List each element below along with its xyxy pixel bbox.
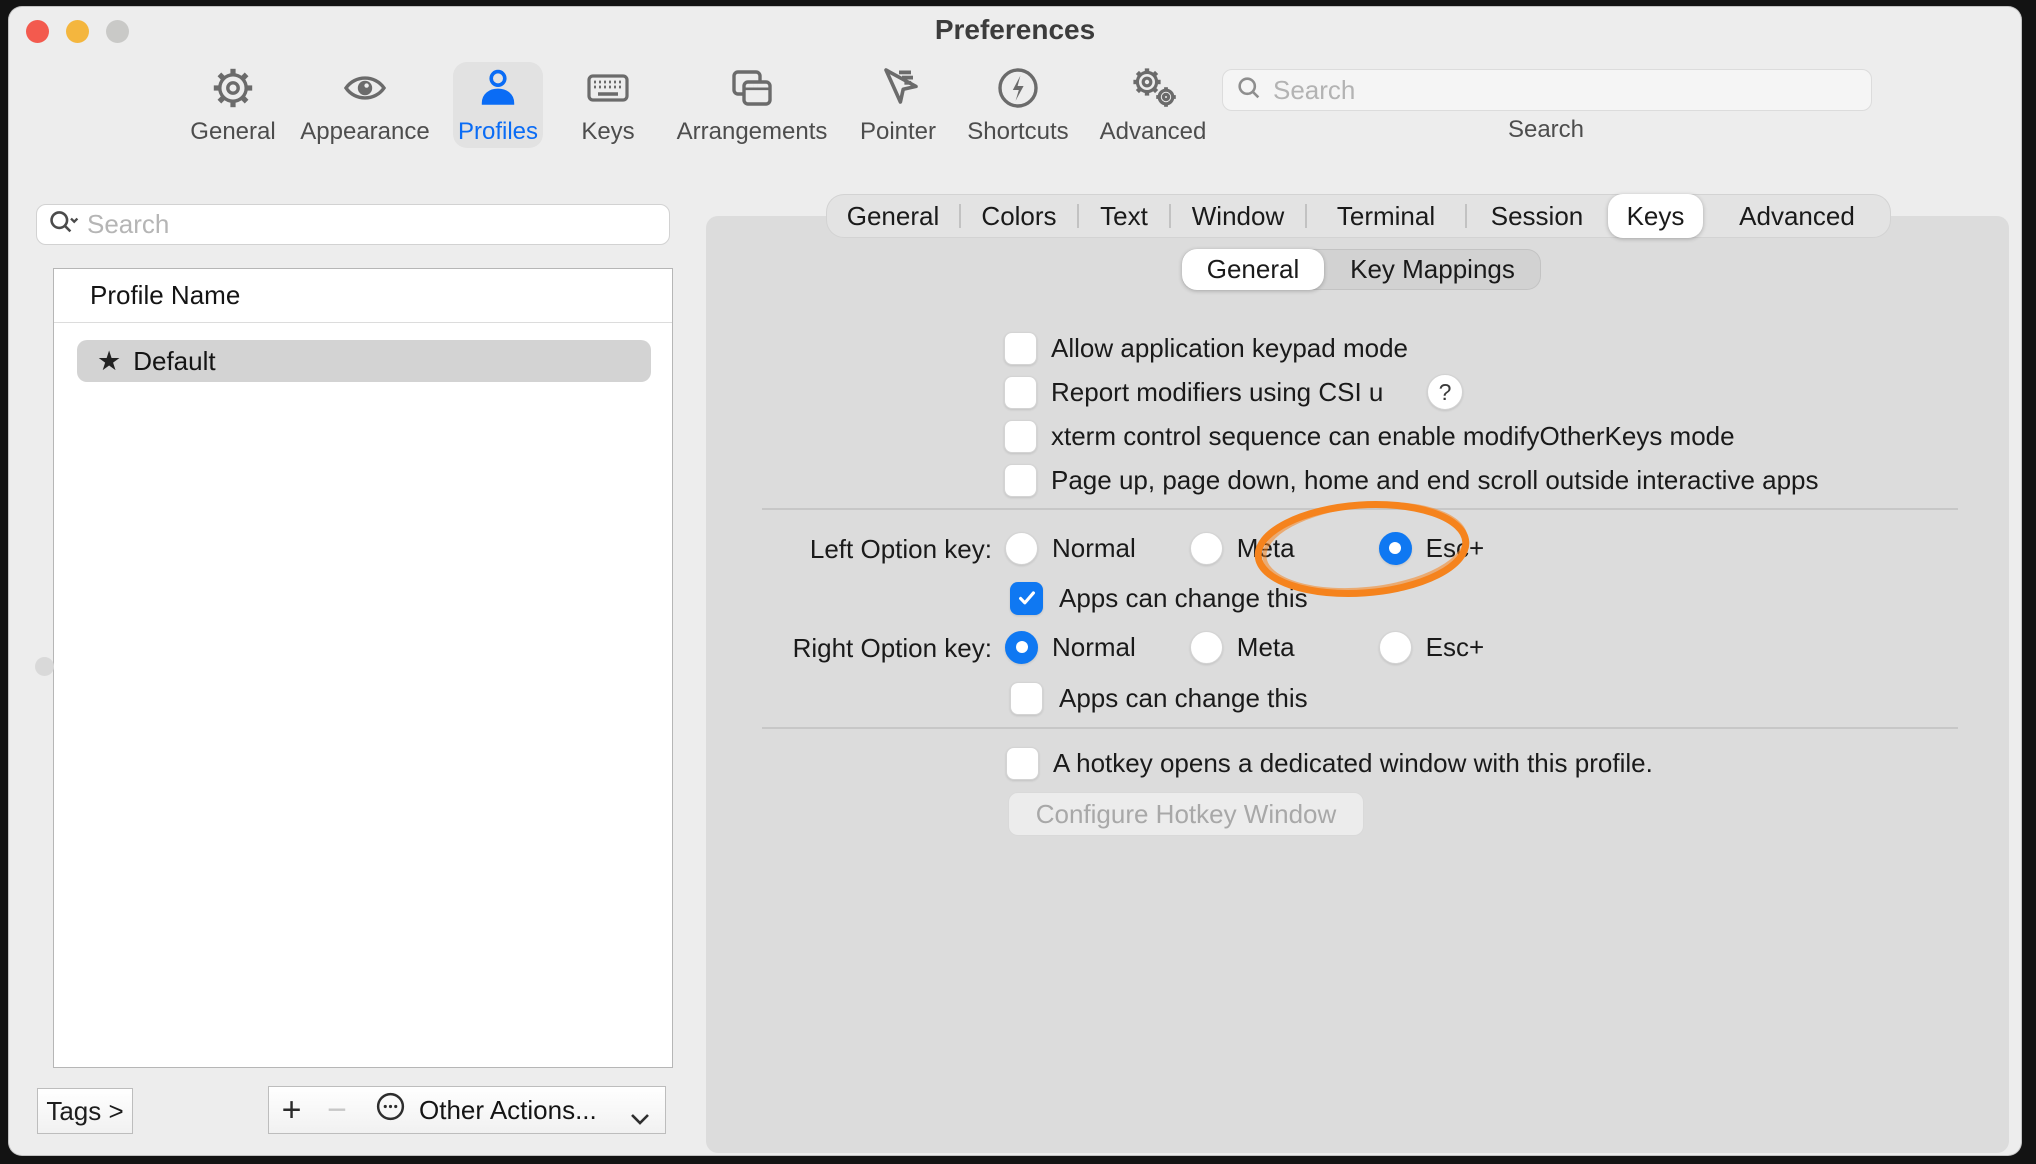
screenshot-stage: Preferences General Appearance Pro <box>0 0 2036 1164</box>
configure-hotkey-window-button[interactable]: Configure Hotkey Window <box>1008 792 1364 836</box>
profile-list: Profile Name ★ Default <box>53 268 673 1068</box>
profile-detail-tabs: General Colors Text Window Terminal Sess… <box>826 194 1891 238</box>
remove-profile-button[interactable]: − <box>314 1086 361 1134</box>
right-option-radio-group: Normal Meta Esc+ <box>1005 630 1484 664</box>
search-placeholder: Search <box>87 209 169 240</box>
left-option-key-label: Left Option key: <box>692 534 992 565</box>
minus-icon: − <box>327 1091 347 1130</box>
tab-terminal[interactable]: Terminal <box>1306 194 1466 238</box>
tab-text[interactable]: Text <box>1078 194 1170 238</box>
tab-keys[interactable]: Keys <box>1608 194 1703 238</box>
tab-window[interactable]: Window <box>1170 194 1306 238</box>
other-actions-dropdown[interactable]: Other Actions... <box>360 1086 666 1134</box>
tab-advanced[interactable]: Advanced <box>1703 194 1891 238</box>
toolbar-item-keys[interactable]: Keys <box>528 62 688 148</box>
checkbox-label: Page up, page down, home and end scroll … <box>1051 465 1819 496</box>
eye-icon <box>339 62 391 114</box>
checkbox-hotkey-window[interactable] <box>1006 747 1039 780</box>
gear-icon <box>209 62 257 114</box>
search-icon <box>1235 74 1263 107</box>
window-title: Preferences <box>8 14 2022 46</box>
checkbox-row: xterm control sequence can enable modify… <box>1004 419 1735 453</box>
toolbar-item-label: Arrangements <box>677 118 828 146</box>
hotkey-row: A hotkey opens a dedicated window with t… <box>1006 746 1653 780</box>
checkbox-left-apps-can-change[interactable] <box>1010 582 1043 615</box>
other-actions-label: Other Actions... <box>419 1095 597 1126</box>
windows-icon <box>726 62 778 114</box>
apps-can-change-row: Apps can change this <box>1010 581 1308 615</box>
profile-search-field[interactable]: Search <box>36 204 670 245</box>
plus-icon: + <box>282 1091 302 1130</box>
cursor-icon <box>874 62 922 114</box>
radio-right-meta[interactable] <box>1190 631 1223 664</box>
right-option-key-label: Right Option key: <box>692 633 992 664</box>
toolbar-item-label: General <box>190 118 275 146</box>
toolbar-item-label: Profiles <box>458 118 538 146</box>
preferences-window: Preferences General Appearance Pro <box>8 6 2022 1156</box>
profile-name: Default <box>133 346 215 377</box>
help-button[interactable]: ? <box>1427 374 1463 410</box>
keyboard-icon <box>582 62 634 114</box>
check-icon <box>1016 587 1038 609</box>
panel-resize-dot[interactable] <box>35 657 54 676</box>
checkbox-scroll-outside-apps[interactable] <box>1004 464 1037 497</box>
checkbox-modify-other-keys[interactable] <box>1004 420 1037 453</box>
toolbar-item-advanced[interactable]: Advanced <box>1073 62 1233 148</box>
toolbar-item-label: Shortcuts <box>967 118 1068 146</box>
profile-list-header[interactable]: Profile Name <box>54 269 672 323</box>
checkbox-right-apps-can-change[interactable] <box>1010 682 1043 715</box>
toolbar-item-arrangements[interactable]: Arrangements <box>672 62 832 148</box>
toolbar-item-label: Pointer <box>860 118 936 146</box>
radio-right-esc[interactable] <box>1379 631 1412 664</box>
column-header: Profile Name <box>90 280 240 311</box>
toolbar-item-label: Appearance <box>300 118 429 146</box>
person-icon <box>474 62 522 114</box>
subtab-general[interactable]: General <box>1182 249 1324 290</box>
question-mark-icon: ? <box>1439 379 1452 406</box>
checkbox-row: Report modifiers using CSI u <box>1004 375 1383 409</box>
checkbox-label: Allow application keypad mode <box>1051 333 1408 364</box>
circled-ellipsis-icon <box>374 1090 407 1130</box>
double-gear-icon <box>1127 62 1179 114</box>
radio-left-normal[interactable] <box>1005 532 1038 565</box>
radio-left-esc[interactable] <box>1379 532 1412 565</box>
radio-right-normal[interactable] <box>1005 631 1038 664</box>
toolbar-search-label: Search <box>1508 116 1584 144</box>
checkbox-allow-keypad[interactable] <box>1004 332 1037 365</box>
apps-can-change-row: Apps can change this <box>1010 681 1308 715</box>
search-placeholder: Search <box>1273 75 1355 106</box>
tab-general[interactable]: General <box>826 194 960 238</box>
lightning-icon <box>994 62 1042 114</box>
search-scope-icon <box>47 207 79 242</box>
divider <box>762 508 1958 510</box>
tab-session[interactable]: Session <box>1466 194 1608 238</box>
profile-row-default[interactable]: ★ Default <box>77 340 651 382</box>
tab-colors[interactable]: Colors <box>960 194 1078 238</box>
add-profile-button[interactable]: + <box>268 1086 315 1134</box>
toolbar-search-field[interactable]: Search <box>1222 69 1872 111</box>
checkbox-label: Report modifiers using CSI u <box>1051 377 1383 408</box>
left-option-radio-group: Normal Meta Esc+ <box>1005 531 1484 565</box>
toolbar-item-label: Advanced <box>1100 118 1207 146</box>
checkbox-row: Allow application keypad mode <box>1004 331 1408 365</box>
chevron-down-icon <box>629 1103 651 1134</box>
radio-left-meta[interactable] <box>1190 532 1223 565</box>
checkbox-label: xterm control sequence can enable modify… <box>1051 421 1735 452</box>
star-icon: ★ <box>97 346 121 377</box>
tags-button-label: Tags > <box>46 1096 123 1127</box>
divider <box>762 727 1958 729</box>
toolbar-item-label: Keys <box>581 118 634 146</box>
keys-subtabs: General Key Mappings <box>1182 249 1541 290</box>
checkbox-csi-u[interactable] <box>1004 376 1037 409</box>
tags-button[interactable]: Tags > <box>37 1088 133 1134</box>
checkbox-row: Page up, page down, home and end scroll … <box>1004 463 1819 497</box>
subtab-key-mappings[interactable]: Key Mappings <box>1324 249 1541 290</box>
